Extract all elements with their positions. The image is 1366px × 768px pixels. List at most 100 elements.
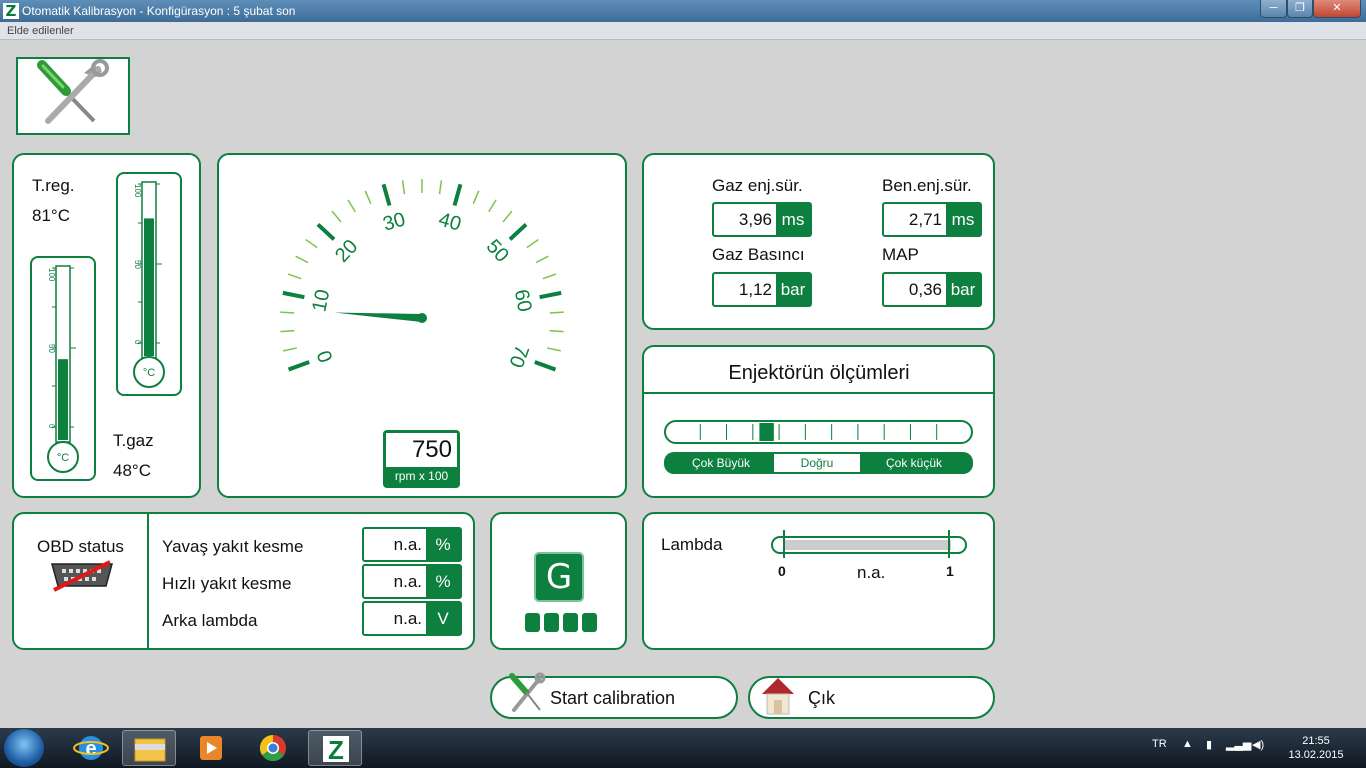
app-logo-icon: Z — [3, 3, 19, 19]
map-value: 0,36 — [908, 280, 942, 299]
gauge-minor-tick — [472, 190, 480, 204]
taskbar-media[interactable] — [184, 730, 238, 766]
obd-connector-icon — [51, 560, 113, 592]
map-label: MAP — [882, 245, 919, 264]
taskbar-explorer[interactable] — [122, 730, 176, 766]
obd-row3-value: n.a. — [393, 609, 422, 628]
gauge-tick-label: 70 — [504, 342, 532, 370]
app-z-icon: Z — [323, 735, 349, 765]
gauge-minor-tick — [526, 238, 539, 249]
tgaz-tick-0: 0 — [47, 424, 56, 429]
petrol-inj-label: Ben.enj.sür. — [882, 176, 972, 195]
fuel-gas-button[interactable]: G — [534, 552, 584, 602]
network-icon[interactable]: ▂▃▅ — [1226, 738, 1251, 751]
internet-explorer-icon: e — [73, 736, 109, 760]
injector-scale — [664, 420, 973, 444]
gauge-minor-tick — [331, 210, 342, 223]
start-calibration-button[interactable]: Start calibration — [490, 672, 738, 719]
petrol-inj-field: 2,71 ms — [882, 202, 982, 237]
gauge-needle — [334, 312, 423, 322]
start-button[interactable] — [4, 729, 44, 767]
gauge-major-tick — [539, 290, 562, 300]
gauge-minor-tick — [401, 180, 406, 195]
obd-row1-value: n.a. — [393, 535, 422, 554]
lambda-value: n.a. — [857, 563, 886, 582]
gauge-minor-tick — [280, 311, 295, 314]
gauge-minor-tick — [438, 180, 443, 195]
gauge-tick-label: 60 — [510, 288, 536, 314]
rpm-unit: rpm x 100 — [394, 469, 449, 483]
taskbar-app[interactable]: Z — [308, 730, 362, 766]
folder-icon — [134, 738, 166, 762]
taskbar-ie[interactable]: e — [64, 730, 118, 766]
wrench-screwdriver-icon — [37, 59, 109, 124]
gauge-minor-tick — [546, 347, 561, 352]
lambda-label: Lambda — [661, 535, 723, 554]
obd-row2-field: n.a. % — [362, 564, 462, 599]
taskbar-chrome[interactable] — [246, 730, 300, 766]
lambda-min: 0 — [778, 563, 786, 579]
treg-tick-0: 0 — [133, 340, 142, 345]
close-button[interactable]: ✕ — [1313, 0, 1361, 18]
window-title: Otomatik Kalibrasyon - Konfigürasyon : 5… — [22, 4, 296, 18]
gas-pressure-field: 1,12 bar — [712, 272, 812, 307]
gauge-major-tick — [452, 183, 463, 207]
clock-date: 13.02.2015 — [1288, 749, 1344, 761]
taskbar-clock[interactable]: 21:55 13.02.2015 — [1286, 734, 1346, 762]
obd-row2-label: Hızlı yakıt kesme — [162, 574, 292, 593]
gauge-minor-tick — [549, 311, 564, 314]
obd-row2-unit: % — [426, 566, 460, 597]
chrome-icon — [259, 734, 286, 762]
injector-label-too-big: Çok Büyük — [692, 456, 751, 470]
lambda-max: 1 — [946, 563, 954, 579]
maximize-button[interactable]: ❐ — [1287, 0, 1313, 18]
power-icon[interactable]: ▮ — [1206, 738, 1212, 751]
gauge-minor-tick — [488, 199, 497, 213]
menu-item-elde-edilenler[interactable]: Elde edilenler — [7, 25, 74, 37]
tgaz-tick-50: 50 — [47, 344, 56, 353]
treg-value: 81°C — [32, 206, 70, 225]
tools-button[interactable] — [16, 57, 130, 135]
tgaz-thermometer: 100 50 0 °C — [30, 256, 96, 481]
gauge-minor-tick — [549, 329, 564, 333]
menu-bar: Elde edilenler — [0, 22, 1366, 40]
gauge-minor-tick — [283, 347, 298, 352]
gauge-minor-tick — [535, 255, 549, 264]
rpm-readout: 750 rpm x 100 — [383, 430, 460, 488]
injector-label-too-small: Çok küçük — [886, 456, 943, 470]
injector-marker — [759, 423, 774, 441]
obd-divider — [147, 514, 149, 648]
obd-status-label: OBD status — [37, 537, 124, 556]
obd-row2-value: n.a. — [393, 572, 422, 591]
language-indicator[interactable]: TR — [1152, 738, 1167, 750]
gauge-minor-tick — [280, 329, 295, 333]
exit-label: Çık — [808, 688, 835, 708]
obd-row3-field: n.a. V — [362, 601, 462, 636]
gauge-minor-tick — [364, 190, 372, 204]
obd-row3-unit: V — [426, 603, 460, 634]
injector-labels: Çok Büyük Doğru Çok küçük — [664, 452, 973, 474]
svg-text:Z: Z — [328, 735, 344, 765]
gauge-tick-label: 40 — [436, 209, 463, 236]
gauge-major-tick — [508, 222, 528, 241]
gauge-major-tick — [287, 360, 310, 372]
obd-row1-label: Yavaş yakıt kesme — [162, 537, 304, 556]
clock-time: 21:55 — [1302, 735, 1330, 747]
gauge-tick-label: 10 — [308, 288, 334, 314]
gas-pressure-label: Gaz Basıncı — [712, 245, 805, 264]
tray-expand-icon[interactable]: ▲ — [1182, 738, 1193, 750]
gauge-tick-label: 30 — [380, 209, 407, 236]
title-bar: Z Otomatik Kalibrasyon - Konfigürasyon :… — [0, 0, 1366, 22]
obd-row1-field: n.a. % — [362, 527, 462, 562]
gas-inj-field: 3,96 ms — [712, 202, 812, 237]
treg-label: T.reg. — [32, 176, 75, 195]
gauge-tick-label: 0 — [313, 347, 337, 365]
gauge-minor-tick — [305, 238, 318, 249]
gauge-major-tick — [316, 222, 336, 241]
rpm-value: 750 — [386, 433, 457, 467]
media-player-icon — [200, 736, 222, 760]
volume-icon[interactable]: ◀) — [1252, 738, 1264, 751]
exit-button[interactable]: Çık — [748, 676, 995, 719]
minimize-button[interactable]: ─ — [1260, 0, 1287, 18]
tgaz-label: T.gaz — [113, 431, 154, 450]
